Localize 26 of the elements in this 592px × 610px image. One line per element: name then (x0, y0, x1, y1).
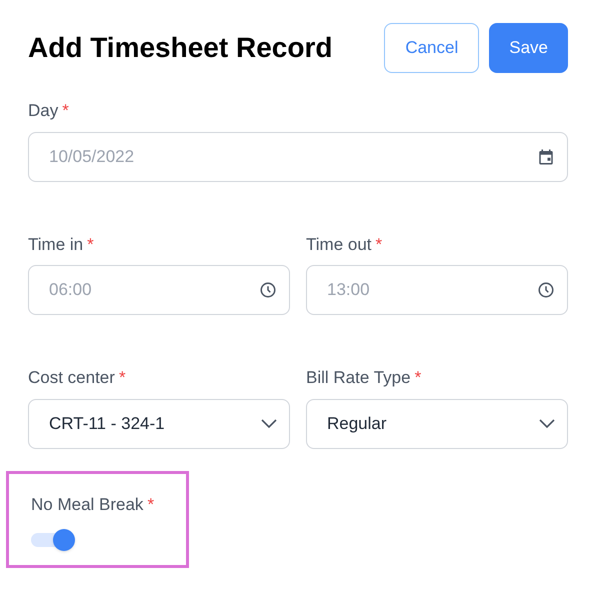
toggle-switch[interactable] (31, 529, 75, 551)
cancel-button[interactable]: Cancel (384, 23, 480, 73)
required-mark: * (87, 234, 94, 256)
required-mark: * (62, 100, 69, 122)
clock-icon (537, 281, 555, 299)
field-label: Bill Rate Type (306, 367, 411, 389)
time-field[interactable]: 06:00 (28, 265, 290, 315)
date-field[interactable]: 10/05/2022 (28, 132, 568, 182)
clock-icon (259, 281, 277, 299)
chevron-down-icon (261, 418, 277, 428)
select-field[interactable]: Regular (306, 398, 568, 448)
required-mark: * (376, 234, 382, 256)
field-label: No Meal Break (31, 494, 144, 516)
calendar-icon (537, 148, 555, 166)
required-mark: * (414, 367, 422, 389)
select-field[interactable]: CRT-11 - 324-1 (28, 398, 290, 448)
page-title: Add Timesheet Record (28, 31, 332, 65)
field-label: Cost center (28, 367, 115, 389)
field-label: Day (28, 100, 58, 122)
chevron-down-icon (539, 418, 555, 428)
field-label: Time in (28, 234, 84, 256)
time-field[interactable]: 13:00 (306, 265, 568, 315)
required-mark: * (147, 494, 154, 516)
save-button[interactable]: Save (489, 23, 568, 73)
field-label: Time out (306, 234, 372, 256)
required-mark: * (118, 367, 126, 389)
